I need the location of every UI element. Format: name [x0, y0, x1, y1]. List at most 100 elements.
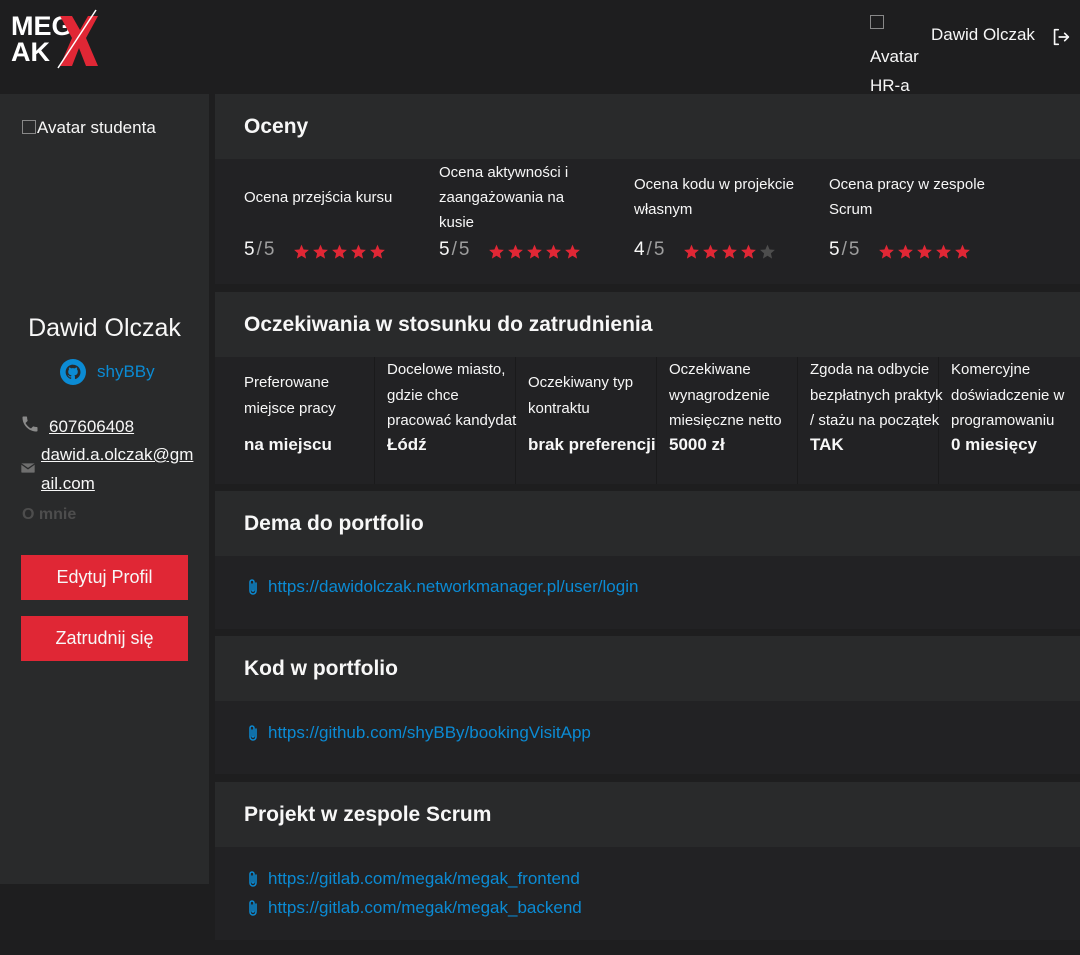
logo-text-bottom: AK: [11, 37, 50, 67]
logout-icon[interactable]: [1050, 26, 1072, 48]
grade-score: 5/5: [829, 239, 860, 260]
broken-image-icon: [870, 15, 884, 29]
code-title: Kod w portfolio: [244, 657, 398, 680]
expectation-value: na miejscu: [244, 435, 332, 454]
grade-card: Ocena pracy w zespole Scrum 5/5: [829, 159, 1024, 284]
expectation-column: Docelowe miasto, gdzie chce pracować kandy…: [375, 357, 516, 484]
code-link[interactable]: https://github.com/shyBBy/bookingVisitAp…: [268, 723, 591, 743]
email-row: dawid.a.olczak@gm ail.com: [20, 440, 193, 498]
grade-label: Ocena przejścia kursu: [244, 189, 393, 206]
logo-x-mark: [60, 16, 98, 66]
portfolio-title: Dema do portfolio: [244, 512, 424, 535]
star-filled-icon: [332, 244, 347, 259]
expectation-value: 0 miesięcy: [951, 435, 1038, 454]
star-filled-icon: [313, 244, 328, 259]
expectation-column: Oczekiwany typ kontraktu brak preferencji: [516, 357, 657, 484]
expectation-label: Oczekiwany typ kontraktu: [528, 374, 634, 417]
star-filled-icon: [955, 244, 970, 259]
grade-label: Ocena aktywności i zaangażowania na kusie: [439, 164, 569, 231]
expectation-label: Komercyjne doświadczenie w programowaniu: [951, 361, 1065, 429]
scrum-link-backend[interactable]: https://gitlab.com/megak/megak_backend: [268, 898, 582, 918]
star-filled-icon: [546, 244, 561, 259]
expectation-value: TAK: [810, 435, 844, 454]
star-filled-icon: [489, 244, 504, 259]
portfolio-link-row: https://dawidolczak.networkmanager.pl/us…: [246, 577, 638, 597]
star-filled-icon: [565, 244, 580, 259]
grade-card: Ocena przejścia kursu 5/5: [244, 159, 439, 284]
star-filled-icon: [703, 244, 718, 259]
student-avatar: Avatar studenta: [22, 118, 156, 138]
paperclip-icon: [249, 900, 257, 916]
star-rating: [683, 244, 776, 260]
github-username: shyBBy: [97, 362, 155, 381]
star-filled-icon: [741, 244, 756, 259]
portfolio-link[interactable]: https://dawidolczak.networkmanager.pl/us…: [268, 577, 638, 597]
star-filled-icon: [527, 244, 542, 259]
phone-link[interactable]: 607606408: [49, 412, 134, 441]
grade-card: Ocena aktywności i zaangażowania na kusie 5…: [439, 159, 634, 284]
star-filled-icon: [879, 244, 894, 259]
github-link[interactable]: shyBBy: [60, 358, 155, 386]
star-filled-icon: [936, 244, 951, 259]
scrum-link-row-backend: https://gitlab.com/megak/megak_backend: [246, 898, 582, 918]
expectation-value: Łódź: [387, 435, 427, 454]
star-filled-icon: [684, 244, 699, 259]
expectation-label: Preferowane miejsce pracy: [244, 374, 336, 417]
grades-section-body: Ocena przejścia kursu 5/5 Ocena aktywności…: [215, 159, 1080, 284]
expectation-label: Zgoda na odbycie bezpłatnych praktyk / sta…: [810, 361, 943, 429]
expectations-title: Oczekiwania w stosunku do zatrudnienia: [244, 313, 653, 336]
star-filled-icon: [294, 244, 309, 259]
expectation-value: brak preferencji: [528, 435, 656, 454]
hire-button[interactable]: Zatrudnij się: [21, 616, 188, 661]
grade-card: Ocena kodu w projekcie własnym 4/5: [634, 159, 829, 284]
github-icon: [60, 359, 86, 385]
edit-profile-button[interactable]: Edytuj Profil: [21, 555, 188, 600]
top-header: MEG AK Avatar HR-a Dawid Olczak: [0, 0, 1080, 95]
phone-row: 607606408: [20, 412, 134, 441]
star-filled-icon: [508, 244, 523, 259]
portfolio-section-header: Dema do portfolio: [215, 491, 1080, 556]
star-filled-icon: [898, 244, 913, 259]
star-filled-icon: [722, 244, 737, 259]
grade-score: 4/5: [634, 239, 665, 260]
expectation-label: Docelowe miasto, gdzie chce pracować kandy…: [387, 361, 517, 429]
paperclip-icon: [249, 871, 257, 887]
scrum-section-header: Projekt w zespole Scrum: [215, 782, 1080, 847]
star-empty-icon: [760, 244, 775, 259]
expectation-column: Preferowane miejsce pracy na miejscu: [215, 357, 375, 484]
grades-section-header: Oceny: [215, 94, 1080, 159]
about-heading: O mnie: [22, 506, 77, 523]
star-filled-icon: [917, 244, 932, 259]
mail-icon: [20, 463, 36, 473]
expectation-label: Oczekiwane wynagrodzenie miesięczne netto: [669, 361, 782, 429]
scrum-link-row-frontend: https://gitlab.com/megak/megak_frontend: [246, 869, 580, 889]
code-section-header: Kod w portfolio: [215, 636, 1080, 701]
student-sidebar: Avatar studenta Dawid Olczak shyBBy 6076…: [0, 94, 209, 884]
expectation-column: Komercyjne doświadczenie w programowaniu 0 …: [939, 357, 1080, 484]
expectation-column: Zgoda na odbycie bezpłatnych praktyk / sta…: [798, 357, 943, 484]
grade-label: Ocena pracy w zespole Scrum: [829, 176, 985, 218]
scrum-title: Projekt w zespole Scrum: [244, 803, 492, 826]
hr-avatar: Avatar HR-a: [870, 13, 926, 100]
grade-score: 5/5: [439, 239, 470, 260]
student-name: Dawid Olczak: [28, 314, 181, 342]
expectation-column: Oczekiwane wynagrodzenie miesięczne netto 5…: [657, 357, 798, 484]
star-rating: [878, 244, 971, 260]
expectation-value: 5000 zł: [669, 435, 725, 454]
grade-label: Ocena kodu w projekcie własnym: [634, 176, 795, 218]
hr-name: Dawid Olczak: [931, 25, 1035, 44]
star-filled-icon: [351, 244, 366, 259]
broken-image-icon: [22, 120, 36, 134]
email-link[interactable]: dawid.a.olczak@gm ail.com: [41, 440, 193, 498]
code-link-row: https://github.com/shyBBy/bookingVisitAp…: [246, 723, 591, 743]
expectations-section-header: Oczekiwania w stosunku do zatrudnienia: [215, 292, 1080, 357]
expectations-section-body: Preferowane miejsce pracy na miejscu Docelo…: [215, 357, 1080, 484]
star-rating: [293, 244, 386, 260]
paperclip-icon: [249, 725, 257, 741]
scrum-link-frontend[interactable]: https://gitlab.com/megak/megak_frontend: [268, 869, 580, 889]
scrum-section-body: [215, 847, 1080, 940]
phone-icon: [22, 416, 38, 432]
star-filled-icon: [370, 244, 385, 259]
megak-logo[interactable]: MEG AK: [10, 8, 100, 70]
grade-score: 5/5: [244, 239, 275, 260]
